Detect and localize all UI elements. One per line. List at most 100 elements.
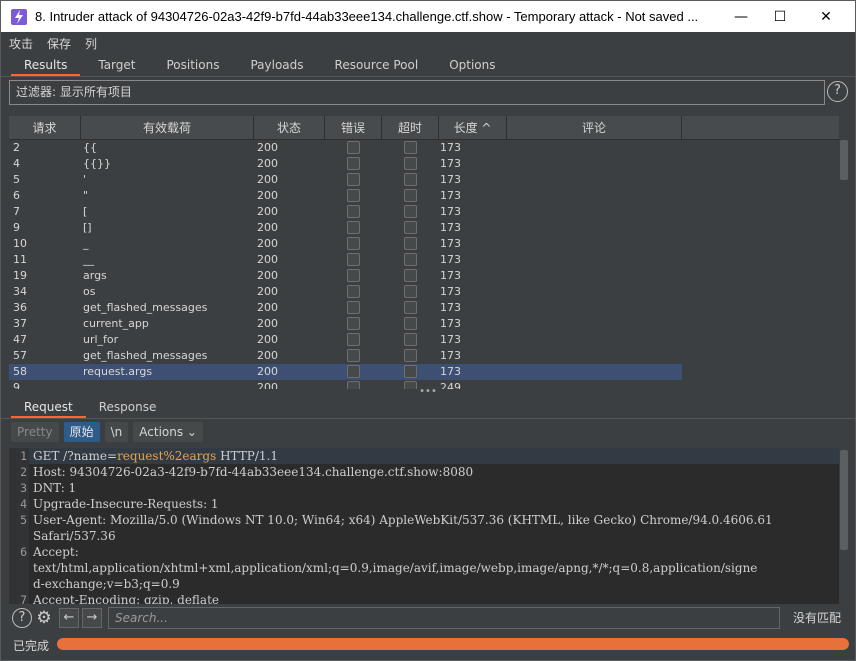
table-row[interactable]: 10 _ 200 173 xyxy=(9,236,682,252)
cell-length: 173 xyxy=(440,221,461,234)
cell-payload: url_for xyxy=(83,333,119,346)
col-payload[interactable]: 有效载荷 xyxy=(81,116,254,140)
cell-status: 200 xyxy=(257,189,278,202)
settings-gear-icon[interactable]: ⚙ xyxy=(34,608,54,628)
cell-status: 200 xyxy=(257,301,278,314)
tab-resource-pool[interactable]: Resource Pool xyxy=(322,54,432,76)
actions-dropdown[interactable]: Actions ⌄ xyxy=(133,422,203,442)
timeout-checkbox xyxy=(404,141,417,154)
menu-save[interactable]: 保存 xyxy=(47,35,71,52)
col-length[interactable]: 长度 ^ xyxy=(439,116,507,140)
cell-status: 200 xyxy=(257,221,278,234)
menu-attack[interactable]: 攻击 xyxy=(9,35,33,52)
error-checkbox xyxy=(347,253,360,266)
error-checkbox xyxy=(347,333,360,346)
cell-payload: {{ xyxy=(83,141,97,154)
menu-columns[interactable]: 列 xyxy=(85,35,97,52)
request-header-line: d-exchange;v=b3;q=0.9 xyxy=(33,577,180,591)
raw-button[interactable]: 原始 xyxy=(63,422,100,442)
table-row[interactable]: 11 __ 200 173 xyxy=(9,252,682,268)
next-match-button[interactable]: → xyxy=(82,608,102,628)
previous-match-button[interactable]: ← xyxy=(59,608,79,628)
tab-options[interactable]: Options xyxy=(436,54,508,76)
search-input[interactable]: Search... xyxy=(108,607,780,629)
table-row[interactable]: 34 os 200 173 xyxy=(9,284,682,300)
request-line: GET /?name=request%2eargs HTTP/1.1 xyxy=(29,448,839,464)
table-row[interactable]: 4 {{}} 200 173 xyxy=(9,156,682,172)
line-number: 2 xyxy=(20,465,27,479)
cell-request: 9 xyxy=(13,381,20,389)
cell-length: 173 xyxy=(440,205,461,218)
table-scrollbar[interactable] xyxy=(839,116,849,389)
col-error[interactable]: 错误 xyxy=(325,116,382,140)
line-number: 6 xyxy=(20,545,27,559)
request-method-path: GET /?name= xyxy=(33,449,118,463)
table-row[interactable]: 9 [] 200 173 xyxy=(9,220,682,236)
error-checkbox xyxy=(347,349,360,362)
split-handle[interactable]: ••• xyxy=(1,387,855,397)
cell-request: 19 xyxy=(13,269,27,282)
newline-toggle-button[interactable]: \n xyxy=(104,422,129,442)
editor-scroll-thumb[interactable] xyxy=(840,450,848,550)
request-editor[interactable]: 1 GET /?name=request%2eargs HTTP/1.1 2 Ho… xyxy=(9,448,839,604)
timeout-checkbox xyxy=(404,157,417,170)
tab-payloads[interactable]: Payloads xyxy=(237,54,316,76)
cell-status: 200 xyxy=(257,349,278,362)
cell-length: 173 xyxy=(440,173,461,186)
error-checkbox xyxy=(347,221,360,234)
scroll-thumb[interactable] xyxy=(840,140,848,180)
timeout-checkbox xyxy=(404,333,417,346)
col-request[interactable]: 请求 xyxy=(9,116,81,140)
error-checkbox xyxy=(347,269,360,282)
table-header: 请求 有效载荷 状态 错误 超时 长度 ^ 评论 xyxy=(9,116,839,140)
title-bar: 8. Intruder attack of 94304726-02a3-42f9… xyxy=(1,1,855,32)
request-header-line: Accept-Encoding: gzip, deflate xyxy=(33,593,220,604)
timeout-checkbox xyxy=(404,381,417,389)
cell-length: 173 xyxy=(440,157,461,170)
tab-response[interactable]: Response xyxy=(86,397,170,418)
table-row[interactable]: 9 200 249 xyxy=(9,380,682,389)
tab-results[interactable]: Results xyxy=(11,54,81,76)
tab-request[interactable]: Request xyxy=(11,397,86,418)
help-icon[interactable]: ? xyxy=(827,81,848,102)
table-row[interactable]: 5 ' 200 173 xyxy=(9,172,682,188)
table-row[interactable]: 58 request.args 200 173 xyxy=(9,364,682,380)
cell-payload: __ xyxy=(83,253,94,266)
col-status[interactable]: 状态 xyxy=(254,116,325,140)
cell-status: 200 xyxy=(257,173,278,186)
filter-bar[interactable]: 过滤器: 显示所有项目 xyxy=(9,80,825,105)
table-row[interactable]: 19 args 200 173 xyxy=(9,268,682,284)
close-button[interactable]: ✕ xyxy=(803,1,849,32)
error-checkbox xyxy=(347,237,360,250)
table-row[interactable]: 2 {{200 173 xyxy=(9,140,682,156)
pretty-button[interactable]: Pretty xyxy=(11,422,59,442)
cell-payload: os xyxy=(83,285,96,298)
cell-length: 173 xyxy=(440,301,461,314)
table-row[interactable]: 37 current_app 200 173 xyxy=(9,316,682,332)
timeout-checkbox xyxy=(404,237,417,250)
cell-request: 34 xyxy=(13,285,27,298)
table-row[interactable]: 7 [200 173 xyxy=(9,204,682,220)
table-row[interactable]: 57 get_flashed_messages 200 173 xyxy=(9,348,682,364)
col-timeout[interactable]: 超时 xyxy=(382,116,439,140)
request-header-line: Safari/537.36 xyxy=(33,529,116,543)
cell-length: 173 xyxy=(440,253,461,266)
timeout-checkbox xyxy=(404,253,417,266)
error-checkbox xyxy=(347,381,360,389)
col-comment[interactable]: 评论 xyxy=(507,116,682,140)
editor-scrollbar[interactable] xyxy=(839,448,849,604)
line-number: 5 xyxy=(20,513,27,527)
timeout-checkbox xyxy=(404,349,417,362)
table-row[interactable]: 36 get_flashed_messages 200 173 xyxy=(9,300,682,316)
help-icon-bottom[interactable]: ? xyxy=(12,608,32,628)
request-header-line: Upgrade-Insecure-Requests: 1 xyxy=(33,497,219,511)
tab-target[interactable]: Target xyxy=(85,54,148,76)
cell-length: 173 xyxy=(440,365,461,378)
error-checkbox xyxy=(347,317,360,330)
maximize-button[interactable]: ☐ xyxy=(757,1,803,32)
table-row[interactable]: 47 url_for 200 173 xyxy=(9,332,682,348)
cell-request: 11 xyxy=(13,253,27,266)
cell-request: 5 xyxy=(13,173,20,186)
table-row[interactable]: 6 " 200 173 xyxy=(9,188,682,204)
tab-positions[interactable]: Positions xyxy=(153,54,232,76)
